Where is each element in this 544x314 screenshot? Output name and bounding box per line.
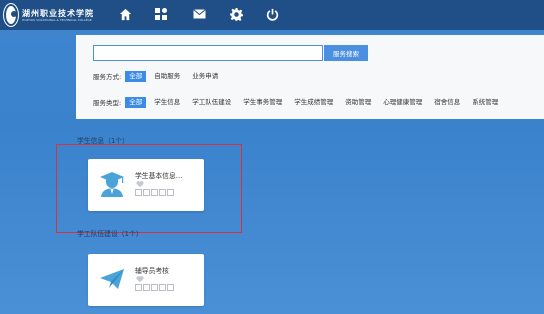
service-type-filter: 服务类型: 全部 学生信息 学工队伍建设 学生事务管理 学生成绩管理 资助管理 … — [93, 96, 506, 108]
rating-star-icon[interactable] — [135, 189, 142, 196]
rating-star-icon[interactable] — [167, 284, 174, 291]
college-logo: 湖州职业技术学院 HUZHOU VOCATIONAL & TECHNICAL C… — [4, 4, 94, 26]
paper-plane-icon — [98, 265, 126, 293]
rating-stars[interactable] — [135, 284, 174, 291]
section-title-staff-building: 学工队伍建设（1个） — [77, 230, 143, 238]
rating-star-icon[interactable] — [151, 189, 158, 196]
service-type-option-financial-aid[interactable]: 资助管理 — [341, 97, 375, 108]
rating-star-icon[interactable] — [143, 284, 150, 291]
rating-stars[interactable] — [135, 189, 174, 196]
rating-star-icon[interactable] — [159, 284, 166, 291]
service-card-name: 辅导员考核 — [135, 267, 169, 275]
service-type-option-grades[interactable]: 学生成绩管理 — [290, 97, 337, 108]
service-mode-option-all[interactable]: 全部 — [125, 70, 147, 82]
favorite-heart-icon[interactable] — [136, 180, 144, 188]
service-type-option-staff-building[interactable]: 学工队伍建设 — [188, 97, 235, 108]
service-mode-option-application[interactable]: 业务申请 — [188, 71, 222, 82]
service-card-name: 学生基本信息... — [135, 172, 183, 180]
service-type-option-student-info[interactable]: 学生信息 — [150, 97, 184, 108]
service-mode-label: 服务方式: — [93, 73, 122, 81]
search-button[interactable]: 服务搜索 — [324, 45, 368, 61]
graduate-student-icon — [98, 170, 126, 198]
power-icon[interactable] — [264, 6, 280, 22]
logo-name: 湖州职业技术学院 — [22, 8, 94, 18]
college-seal-icon — [4, 4, 18, 26]
apps-icon[interactable] — [153, 6, 169, 22]
rating-star-icon[interactable] — [167, 189, 174, 196]
rating-star-icon[interactable] — [135, 284, 142, 291]
mail-icon[interactable] — [191, 6, 207, 22]
service-type-option-student-affairs[interactable]: 学生事务管理 — [239, 97, 286, 108]
search-panel: 服务搜索 服务方式: 全部 自助服务 业务申请 服务类型: 全部 学生信息 学工… — [76, 35, 544, 119]
service-type-option-dorm-info[interactable]: 宿舍信息 — [430, 97, 464, 108]
favorite-heart-icon[interactable] — [136, 275, 144, 283]
service-type-option-mental-health[interactable]: 心理健康管理 — [379, 97, 426, 108]
search-input[interactable] — [93, 45, 323, 61]
service-mode-option-self-service[interactable]: 自助服务 — [150, 71, 184, 82]
service-type-label: 服务类型: — [93, 99, 122, 107]
service-mode-filter: 服务方式: 全部 自助服务 业务申请 — [93, 70, 226, 82]
top-bar: 湖州职业技术学院 HUZHOU VOCATIONAL & TECHNICAL C… — [0, 0, 544, 30]
service-card-student-basic-info[interactable]: 学生基本信息... — [88, 159, 204, 211]
rating-star-icon[interactable] — [143, 189, 150, 196]
logo-english-name: HUZHOU VOCATIONAL & TECHNICAL COLLEGE — [22, 18, 92, 22]
rating-star-icon[interactable] — [151, 284, 158, 291]
service-card-counselor-assessment[interactable]: 辅导员考核 — [88, 254, 204, 306]
service-type-option-all[interactable]: 全部 — [125, 96, 147, 108]
service-type-option-system[interactable]: 系统管理 — [468, 97, 502, 108]
settings-icon[interactable] — [228, 6, 244, 22]
home-icon[interactable] — [117, 6, 133, 22]
rating-star-icon[interactable] — [159, 189, 166, 196]
